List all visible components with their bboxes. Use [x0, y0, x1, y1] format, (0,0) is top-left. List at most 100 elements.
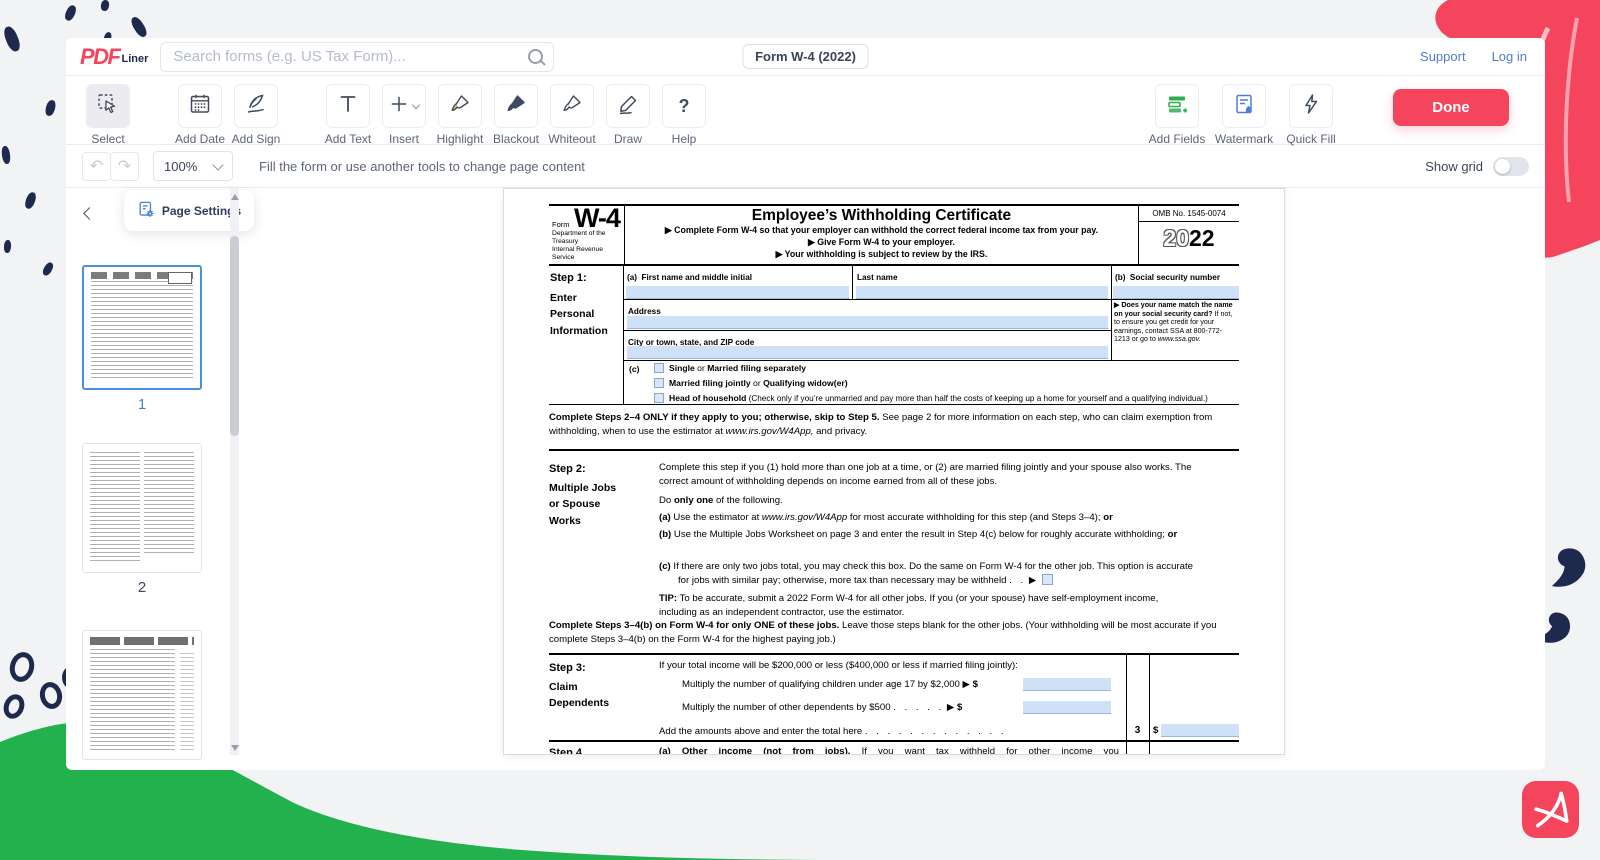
add-sign-button[interactable]: Add Sign [230, 84, 282, 146]
select-tool-button[interactable]: Select [82, 84, 134, 146]
main-toolbar: Select Add Date Add Sign Add Text [66, 76, 1545, 145]
form-bullet-1: ▶ Complete Form W-4 so that your employe… [631, 225, 1132, 237]
document-page[interactable]: Form W-4 Department of the Treasury Inte… [503, 188, 1285, 755]
select-cursor-icon [96, 92, 120, 121]
form-title: Employee’s Withholding Certificate [631, 207, 1132, 225]
logo-pdf-text: PDF [80, 46, 120, 68]
show-grid-toggle[interactable] [1493, 157, 1529, 176]
tool-label: Help [672, 132, 697, 146]
city-field[interactable] [627, 346, 1108, 359]
qualifying-children-amount-field[interactable] [1023, 678, 1111, 691]
dept-line1: Department of the Treasury [552, 230, 624, 246]
app-window: PDF Liner Form W-4 (2022) Support Log in… [66, 38, 1545, 770]
tool-label: Add Sign [232, 132, 281, 146]
step1-label: Step 1: [550, 270, 621, 287]
blackout-button[interactable]: Blackout [490, 84, 542, 146]
other-dependents-amount-field[interactable] [1023, 701, 1111, 714]
first-name-label: First name and middle initial [641, 273, 752, 282]
chevron-down-icon [212, 159, 223, 170]
quick-fill-button[interactable]: Quick Fill [1281, 84, 1341, 146]
first-name-field[interactable] [626, 286, 849, 299]
tool-label: Add Text [325, 132, 371, 146]
omb-number: OMB No. 1545-0074 [1139, 206, 1239, 222]
dept-line2: Internal Revenue Service [552, 246, 624, 262]
tool-label: Insert [389, 132, 419, 146]
form-bullet-3: ▶ Your withholding is subject to review … [631, 249, 1132, 261]
pdfliner-logo[interactable]: PDF Liner [80, 46, 148, 68]
insert-button[interactable]: Insert [378, 84, 430, 146]
head-of-household-checkbox[interactable] [654, 393, 664, 403]
two-jobs-checkbox[interactable] [1042, 574, 1053, 585]
undo-button[interactable]: ↶ [82, 152, 111, 181]
fields-icon [1165, 92, 1189, 121]
watermark-button[interactable]: Watermark [1211, 84, 1277, 146]
toolbar-hint: Fill the form or use another tools to ch… [259, 159, 585, 174]
highlight-brush-icon [448, 92, 472, 121]
filing-status-single: Single or Married filing separately [654, 363, 806, 373]
last-name-field[interactable] [856, 286, 1108, 299]
whiteout-brush-icon [560, 92, 584, 121]
logo-liner-text: Liner [122, 52, 149, 67]
page-number-1[interactable]: 1 [82, 396, 202, 413]
w4-header-table: Form W-4 Department of the Treasury Inte… [549, 204, 1239, 266]
step1-section: Step 1: Enter Personal Information (a) F… [549, 266, 1239, 405]
page-thumbnail-1[interactable] [82, 265, 202, 390]
add-fields-button[interactable]: Add Fields [1147, 84, 1207, 146]
add-text-button[interactable]: Add Text [322, 84, 374, 146]
page-thumbnail-2[interactable] [82, 443, 202, 573]
page-thumbnail-3[interactable] [82, 630, 202, 760]
collapse-sidebar-button[interactable] [76, 200, 100, 226]
search-form[interactable] [160, 42, 554, 72]
blackout-brush-icon [504, 92, 528, 121]
watermark-icon [1232, 92, 1256, 121]
tool-label: Draw [614, 132, 642, 146]
form-word: Form [552, 220, 570, 229]
scroll-down-arrow[interactable] [231, 745, 239, 751]
total-dependents-amount-field[interactable] [1161, 724, 1239, 737]
done-button[interactable]: Done [1393, 89, 1509, 126]
text-icon [336, 92, 360, 121]
lightning-icon [1299, 92, 1323, 121]
page-number-2[interactable]: 2 [82, 579, 202, 596]
page-settings-icon [137, 200, 156, 222]
ssn-field[interactable] [1113, 286, 1239, 299]
zoom-select[interactable]: 100% [153, 151, 233, 181]
filing-status-married-jointly: Married filing jointly or Qualifying wid… [654, 378, 848, 388]
zoom-value: 100% [164, 159, 197, 174]
search-input[interactable] [171, 47, 522, 66]
add-date-button[interactable]: Add Date [174, 84, 226, 146]
tool-label: Select [91, 132, 124, 146]
tool-label: Add Date [175, 132, 225, 146]
signature-pen-icon [244, 92, 268, 121]
tool-label: Whiteout [548, 132, 595, 146]
form-bullet-2: ▶ Give Form W-4 to your employer. [631, 237, 1132, 249]
sidebar-scrollbar-thumb[interactable] [230, 236, 239, 436]
login-link[interactable]: Log in [1492, 49, 1527, 64]
draw-button[interactable]: Draw [602, 84, 654, 146]
single-checkbox[interactable] [654, 363, 664, 373]
redo-button[interactable]: ↷ [110, 152, 139, 181]
pages-sidebar: Page Settings 1 2 [66, 188, 266, 755]
address-field[interactable] [627, 316, 1108, 329]
tool-label: Blackout [493, 132, 539, 146]
line-3-number: 3 [1126, 725, 1149, 736]
highlight-button[interactable]: Highlight [434, 84, 486, 146]
document-title: Form W-4 (2022) [742, 44, 869, 69]
form-number: W-4 [574, 203, 620, 233]
married-jointly-checkbox[interactable] [654, 378, 664, 388]
question-icon: ? [679, 96, 690, 117]
search-icon[interactable] [528, 49, 543, 64]
toggle-knob [1495, 159, 1510, 174]
c-tag: (c) [629, 364, 640, 374]
scroll-up-arrow[interactable] [231, 194, 239, 200]
form-year: 2022 [1139, 225, 1239, 252]
tool-label: Highlight [437, 132, 484, 146]
whiteout-button[interactable]: Whiteout [546, 84, 598, 146]
support-link[interactable]: Support [1420, 49, 1466, 64]
tool-label: Quick Fill [1286, 132, 1335, 146]
secondary-toolbar: ↶ ↷ 100% Fill the form or use another to… [66, 145, 1545, 188]
steps-2-4-note: Complete Steps 2–4 ONLY if they apply to… [549, 411, 1239, 439]
chevron-left-icon [83, 207, 96, 220]
help-button[interactable]: ? Help [658, 84, 710, 146]
ssn-label: Social security number [1130, 273, 1220, 282]
